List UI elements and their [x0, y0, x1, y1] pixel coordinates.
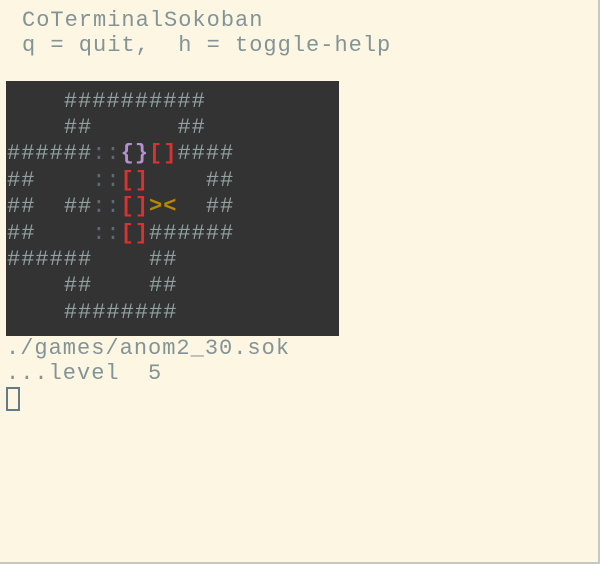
cell-wall: ## — [64, 194, 92, 219]
cell-wall — [92, 247, 149, 272]
cell-wall: ## — [64, 273, 92, 298]
terminal-window: CoTerminalSokoban q = quit, h = toggle-h… — [0, 0, 598, 411]
cell-wall: ## — [149, 247, 177, 272]
cell-goal: :: — [92, 221, 120, 246]
board-row: ## ##::[]>< ## — [7, 194, 339, 220]
cell-wall: ###### — [7, 247, 92, 272]
cell-wall — [92, 115, 177, 140]
cell-boxg: {} — [121, 141, 149, 166]
cell-wall: ## — [149, 273, 177, 298]
cell-wall — [7, 115, 64, 140]
cell-wall — [177, 194, 205, 219]
cell-wall — [7, 273, 64, 298]
cell-wall — [149, 168, 206, 193]
cell-wall — [35, 168, 92, 193]
cell-wall — [35, 194, 63, 219]
cell-box: [] — [121, 194, 149, 219]
board-row: ######::{}[]#### — [7, 141, 339, 167]
cell-box: [] — [149, 141, 177, 166]
terminal-cursor — [6, 387, 20, 411]
board-row: ## ::[]###### — [7, 221, 339, 247]
cell-box: [] — [121, 168, 149, 193]
blank-line — [0, 59, 598, 81]
level-indicator: ...level 5 — [0, 361, 598, 386]
board-row: ######## — [7, 300, 339, 326]
cell-wall: ## — [7, 194, 35, 219]
cell-wall: ## — [177, 115, 205, 140]
game-board[interactable]: ########## ## ########::{}[]###### ::[] … — [6, 81, 339, 337]
board-row: ###### ## — [7, 247, 339, 273]
cell-wall: ###### — [149, 221, 234, 246]
board-row: ########## — [7, 89, 339, 115]
board-row: ## ## — [7, 115, 339, 141]
cell-wall — [7, 300, 64, 325]
cell-wall — [92, 273, 149, 298]
app-title: CoTerminalSokoban — [0, 8, 598, 33]
cell-wall: ######## — [64, 300, 178, 325]
cell-pusher: >< — [149, 194, 177, 219]
cell-wall: ## — [7, 221, 35, 246]
help-hint: q = quit, h = toggle-help — [0, 33, 598, 58]
cell-box: [] — [121, 221, 149, 246]
cell-wall: ## — [7, 168, 35, 193]
cell-wall — [35, 221, 92, 246]
cell-wall: ###### — [7, 141, 92, 166]
cell-wall: ## — [206, 194, 234, 219]
cell-wall: ## — [206, 168, 234, 193]
cell-goal: :: — [92, 168, 120, 193]
cell-goal: :: — [92, 194, 120, 219]
cell-wall — [7, 89, 64, 114]
board-row: ## ## — [7, 273, 339, 299]
cell-wall: ## — [64, 115, 92, 140]
cell-wall: #### — [177, 141, 234, 166]
level-file-path: ./games/anom2_30.sok — [0, 336, 598, 361]
cell-wall: ########## — [64, 89, 206, 114]
board-row: ## ::[] ## — [7, 168, 339, 194]
cell-goal: :: — [92, 141, 120, 166]
